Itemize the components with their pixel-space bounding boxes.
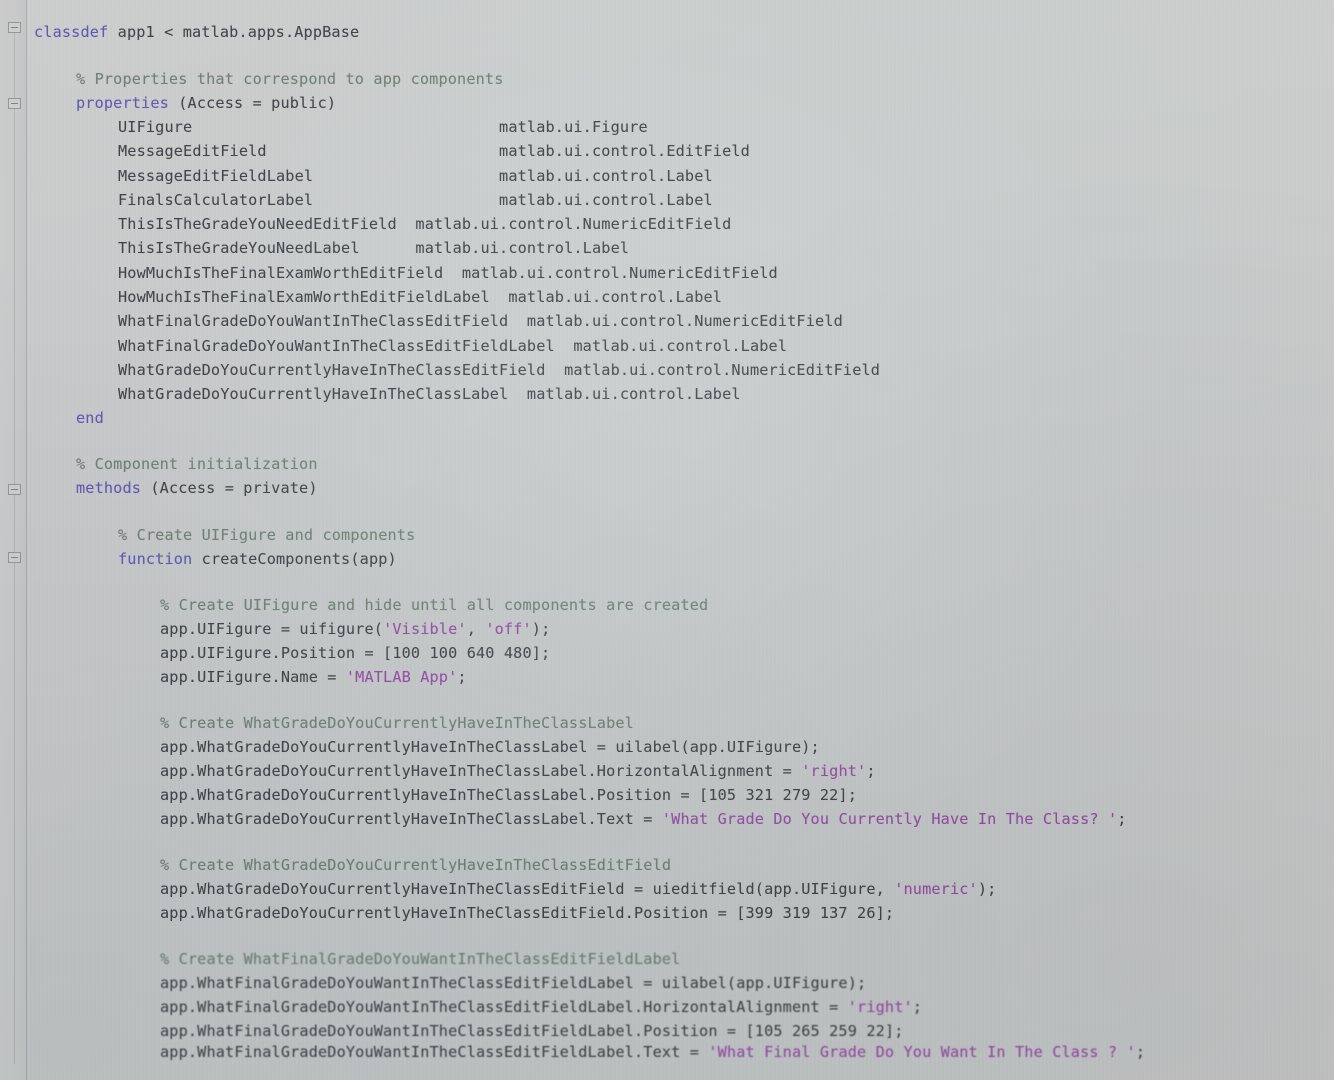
code-line[interactable]: app.WhatGradeDoYouCurrentlyHaveInTheClas…	[160, 783, 857, 807]
code-token-str: 'off'	[485, 620, 531, 638]
code-token-plain: ,	[467, 620, 486, 638]
code-text-area[interactable]: classdef app1 < matlab.apps.AppBase % Pro…	[0, 0, 1334, 1080]
code-token-plain: (Access = private)	[141, 479, 318, 497]
code-token-plain: app.WhatGradeDoYouCurrentlyHaveInTheClas…	[160, 880, 894, 898]
code-line[interactable]: WhatFinalGradeDoYouWantInTheClassEditFie…	[118, 334, 787, 358]
code-token-plain: HowMuchIsTheFinalExamWorthEditField matl…	[118, 264, 778, 282]
code-token-plain: ;	[913, 998, 922, 1016]
code-token-plain: app.UIFigure.Position = [100 100 640 480…	[160, 644, 550, 662]
code-line[interactable]: app.WhatGradeDoYouCurrentlyHaveInTheClas…	[160, 759, 876, 783]
code-token-plain: MessageEditField matlab.ui.control.EditF…	[118, 142, 750, 160]
code-token-plain: app.WhatFinalGradeDoYouWantInTheClassEdi…	[160, 998, 848, 1016]
code-token-str: 'What Final Grade Do You Want In The Cla…	[708, 1043, 1136, 1061]
code-line[interactable]: app.WhatFinalGradeDoYouWantInTheClassEdi…	[160, 971, 866, 995]
code-line[interactable]: % Create UIFigure and components	[118, 523, 415, 547]
code-line[interactable]: FinalsCalculatorLabel matlab.ui.control.…	[118, 188, 713, 212]
code-line[interactable]: app.UIFigure = uifigure('Visible', 'off'…	[160, 617, 550, 641]
code-token-str: 'right'	[848, 998, 913, 1016]
code-token-plain: ;	[1117, 810, 1126, 828]
code-token-plain: ;	[866, 762, 875, 780]
code-line[interactable]: app.WhatGradeDoYouCurrentlyHaveInTheClas…	[160, 901, 894, 925]
code-line[interactable]: app.UIFigure.Name = 'MATLAB App';	[160, 665, 467, 689]
code-line[interactable]: app.WhatGradeDoYouCurrentlyHaveInTheClas…	[160, 735, 820, 759]
code-token-cmt: % Component initialization	[76, 455, 318, 473]
code-token-plain: ;	[1136, 1043, 1145, 1061]
code-line[interactable]: HowMuchIsTheFinalExamWorthEditField matl…	[118, 261, 778, 285]
code-token-plain: app.UIFigure = uifigure(	[160, 620, 383, 638]
code-line[interactable]: MessageEditField matlab.ui.control.EditF…	[118, 139, 750, 163]
code-line[interactable]: app.WhatGradeDoYouCurrentlyHaveInTheClas…	[160, 807, 1127, 831]
code-token-str: 'right'	[801, 762, 866, 780]
code-line[interactable]: % Create UIFigure and hide until all com…	[160, 593, 708, 617]
code-token-plain: app.WhatGradeDoYouCurrentlyHaveInTheClas…	[160, 762, 801, 780]
code-token-plain: );	[532, 620, 551, 638]
code-line[interactable]: end	[76, 406, 104, 430]
code-line[interactable]: % Create WhatGradeDoYouCurrentlyHaveInTh…	[160, 711, 634, 735]
code-token-kw: classdef	[34, 23, 108, 41]
code-token-plain: WhatFinalGradeDoYouWantInTheClassEditFie…	[118, 337, 787, 355]
code-token-plain: MessageEditFieldLabel matlab.ui.control.…	[118, 167, 713, 185]
code-token-cmt: % Create WhatGradeDoYouCurrentlyHaveInTh…	[160, 714, 634, 732]
code-line[interactable]: UIFigure matlab.ui.Figure	[118, 115, 648, 139]
code-token-plain: WhatGradeDoYouCurrentlyHaveInTheClassEdi…	[118, 361, 880, 379]
code-line[interactable]: % Component initialization	[76, 452, 318, 476]
code-token-kw: end	[76, 409, 104, 427]
code-token-cmt: % Create WhatGradeDoYouCurrentlyHaveInTh…	[160, 856, 671, 874]
code-token-plain: ThisIsTheGradeYouNeedEditField matlab.ui…	[118, 215, 731, 233]
code-token-plain: ThisIsTheGradeYouNeedLabel matlab.ui.con…	[118, 239, 629, 257]
code-line[interactable]: WhatFinalGradeDoYouWantInTheClassEditFie…	[118, 309, 843, 333]
code-line[interactable]: WhatGradeDoYouCurrentlyHaveInTheClassLab…	[118, 382, 741, 406]
code-line[interactable]: MessageEditFieldLabel matlab.ui.control.…	[118, 164, 713, 188]
code-line[interactable]: % Create WhatFinalGradeDoYouWantInTheCla…	[160, 947, 680, 971]
code-line[interactable]: properties (Access = public)	[76, 91, 336, 115]
code-token-plain: app.WhatFinalGradeDoYouWantInTheClassEdi…	[160, 974, 866, 992]
code-token-plain: HowMuchIsTheFinalExamWorthEditFieldLabel…	[118, 288, 722, 306]
code-token-plain: UIFigure matlab.ui.Figure	[118, 118, 648, 136]
code-editor-screenshot: classdef app1 < matlab.apps.AppBase % Pro…	[0, 0, 1334, 1080]
code-token-plain: app.WhatFinalGradeDoYouWantInTheClassEdi…	[160, 1022, 904, 1040]
code-line[interactable]: methods (Access = private)	[76, 476, 318, 500]
code-token-str: 'MATLAB App'	[346, 668, 458, 686]
code-line[interactable]: HowMuchIsTheFinalExamWorthEditFieldLabel…	[118, 285, 722, 309]
code-token-plain: app.UIFigure.Name =	[160, 668, 346, 686]
code-token-cmt: % Create UIFigure and components	[118, 526, 415, 544]
code-token-plain: app.WhatGradeDoYouCurrentlyHaveInTheClas…	[160, 810, 662, 828]
code-token-plain: FinalsCalculatorLabel matlab.ui.control.…	[118, 191, 713, 209]
code-token-plain: ;	[457, 668, 466, 686]
code-token-plain: app.WhatGradeDoYouCurrentlyHaveInTheClas…	[160, 904, 894, 922]
code-token-cmt: % Create UIFigure and hide until all com…	[160, 596, 708, 614]
code-token-str: 'Visible'	[383, 620, 467, 638]
code-token-plain: WhatGradeDoYouCurrentlyHaveInTheClassLab…	[118, 385, 741, 403]
code-line[interactable]: ThisIsTheGradeYouNeedEditField matlab.ui…	[118, 212, 731, 236]
code-line[interactable]: app.WhatFinalGradeDoYouWantInTheClassEdi…	[160, 995, 922, 1019]
code-token-plain: createComponents(app)	[192, 550, 396, 568]
code-line[interactable]: function createComponents(app)	[118, 547, 397, 571]
code-line[interactable]: app.UIFigure.Position = [100 100 640 480…	[160, 641, 550, 665]
code-line[interactable]: app.WhatGradeDoYouCurrentlyHaveInTheClas…	[160, 877, 996, 901]
code-token-plain: app.WhatGradeDoYouCurrentlyHaveInTheClas…	[160, 786, 857, 804]
code-token-plain: (Access = public)	[169, 94, 336, 112]
code-line[interactable]: WhatGradeDoYouCurrentlyHaveInTheClassEdi…	[118, 358, 880, 382]
code-line[interactable]: % Properties that correspond to app comp…	[76, 67, 504, 91]
code-token-kw: methods	[76, 479, 141, 497]
code-token-str: 'What Grade Do You Currently Have In The…	[662, 810, 1117, 828]
code-token-kw: properties	[76, 94, 169, 112]
code-token-str: 'numeric'	[894, 880, 978, 898]
code-token-cmt: % Create WhatFinalGradeDoYouWantInTheCla…	[160, 950, 680, 968]
code-token-kw: function	[118, 550, 192, 568]
code-token-plain: app.WhatFinalGradeDoYouWantInTheClassEdi…	[160, 1043, 708, 1061]
code-token-cmt: % Properties that correspond to app comp…	[76, 70, 504, 88]
code-token-plain: WhatFinalGradeDoYouWantInTheClassEditFie…	[118, 312, 843, 330]
code-line[interactable]: % Create WhatGradeDoYouCurrentlyHaveInTh…	[160, 853, 671, 877]
code-line[interactable]: classdef app1 < matlab.apps.AppBase	[34, 20, 359, 44]
code-token-plain: app.WhatGradeDoYouCurrentlyHaveInTheClas…	[160, 738, 820, 756]
code-token-plain: app1 < matlab.apps.AppBase	[108, 23, 359, 41]
code-line[interactable]: ThisIsTheGradeYouNeedLabel matlab.ui.con…	[118, 236, 629, 260]
code-line[interactable]: app.WhatFinalGradeDoYouWantInTheClassEdi…	[160, 1040, 1145, 1064]
code-token-plain: );	[978, 880, 997, 898]
